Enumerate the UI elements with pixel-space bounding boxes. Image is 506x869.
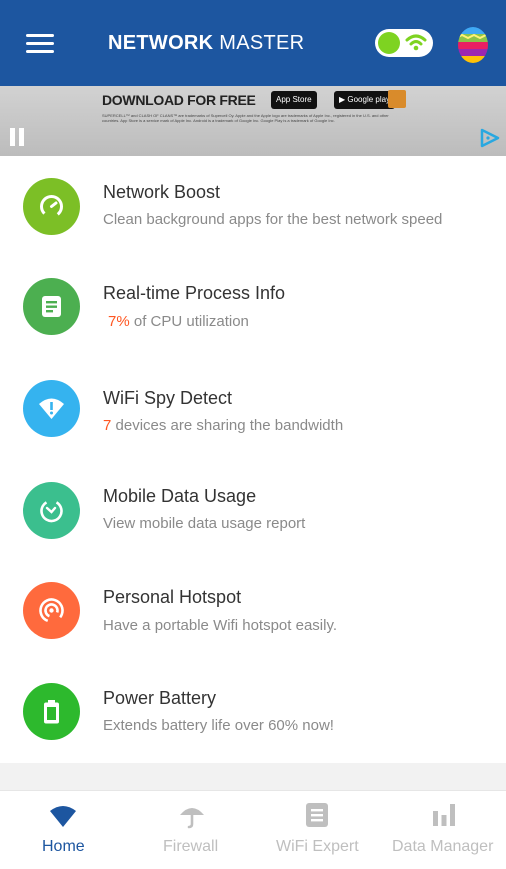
document-icon	[306, 803, 328, 827]
tab-home[interactable]: Home	[0, 791, 126, 869]
ad-headline: DOWNLOAD FOR FREE	[102, 92, 256, 108]
feature-title: Power Battery	[103, 688, 217, 708]
feature-title: Real-time Process Info	[103, 283, 286, 303]
game-logo-icon	[388, 90, 406, 108]
feature-subtitle: Clean background apps for the best netwo…	[103, 211, 443, 228]
app-store-badge[interactable]: App Store	[271, 91, 317, 109]
app-title: NETWORK MASTER	[108, 32, 304, 55]
wifi-icon	[50, 806, 76, 827]
feature-subtitle: 7% of CPU utilization	[108, 313, 249, 330]
menu-button[interactable]	[26, 32, 54, 54]
feature-subtitle: Have a portable Wifi hotspot easily.	[103, 617, 338, 634]
app-title-light: MASTER	[219, 32, 305, 54]
wifi-alert-icon	[23, 380, 80, 437]
document-icon	[23, 278, 80, 335]
speedometer-icon	[23, 178, 80, 235]
feature-wifi-spy[interactable]: WiFi Spy Detect 7 devices are sharing th…	[0, 366, 506, 466]
tab-wifi-expert[interactable]: WiFi Expert	[252, 791, 378, 869]
feature-title: Mobile Data Usage	[103, 486, 257, 506]
google-play-badge[interactable]: ▶ Google play	[334, 91, 396, 109]
tab-label: Home	[42, 838, 85, 855]
ad-pause-button[interactable]	[10, 128, 26, 148]
feature-title: Network Boost	[103, 182, 221, 202]
ad-fine-print: SUPERCELL™ and CLASH OF CLANS™ are trade…	[102, 113, 389, 123]
divider-band	[0, 763, 506, 790]
tab-label: Firewall	[163, 838, 219, 855]
app-title-bold: NETWORK	[108, 32, 214, 54]
bottom-nav: Home Firewall WiFi Expert Data Manager	[0, 790, 506, 869]
feature-process-info[interactable]: Real-time Process Info 7% of CPU utiliza…	[0, 262, 506, 362]
ad-choices-icon[interactable]	[479, 128, 501, 148]
tab-label: WiFi Expert	[276, 838, 359, 855]
app-header: NETWORK MASTER	[0, 0, 506, 86]
easter-egg-icon[interactable]	[456, 24, 490, 64]
menu-icon	[26, 34, 54, 37]
battery-icon	[23, 683, 80, 740]
feature-title: Personal Hotspot	[103, 587, 242, 607]
wifi-toggle[interactable]	[375, 29, 433, 57]
tab-firewall[interactable]: Firewall	[126, 791, 252, 869]
feature-title: WiFi Spy Detect	[103, 388, 233, 408]
feature-network-boost[interactable]: Network Boost Clean background apps for …	[0, 160, 506, 260]
ad-banner[interactable]: DOWNLOAD FOR FREE App Store ▶ Google pla…	[0, 86, 506, 156]
feature-mobile-data[interactable]: Mobile Data Usage View mobile data usage…	[0, 464, 506, 564]
feature-subtitle: View mobile data usage report	[103, 515, 306, 532]
bar-chart-icon	[433, 804, 455, 826]
hotspot-icon	[23, 582, 80, 639]
feature-power-battery[interactable]: Power Battery Extends battery life over …	[0, 666, 506, 766]
umbrella-icon	[180, 808, 204, 829]
tab-label: Data Manager	[392, 838, 494, 855]
wifi-icon	[405, 34, 427, 51]
toggle-knob	[378, 32, 400, 54]
data-timer-icon	[23, 482, 80, 539]
cpu-percent: 7%	[108, 313, 130, 330]
feature-hotspot[interactable]: Personal Hotspot Have a portable Wifi ho…	[0, 566, 506, 666]
feature-subtitle: 7 devices are sharing the bandwidth	[103, 417, 344, 434]
pause-icon	[10, 128, 15, 146]
tab-data-manager[interactable]: Data Manager	[378, 791, 506, 869]
feature-subtitle: Extends battery life over 60% now!	[103, 717, 334, 734]
